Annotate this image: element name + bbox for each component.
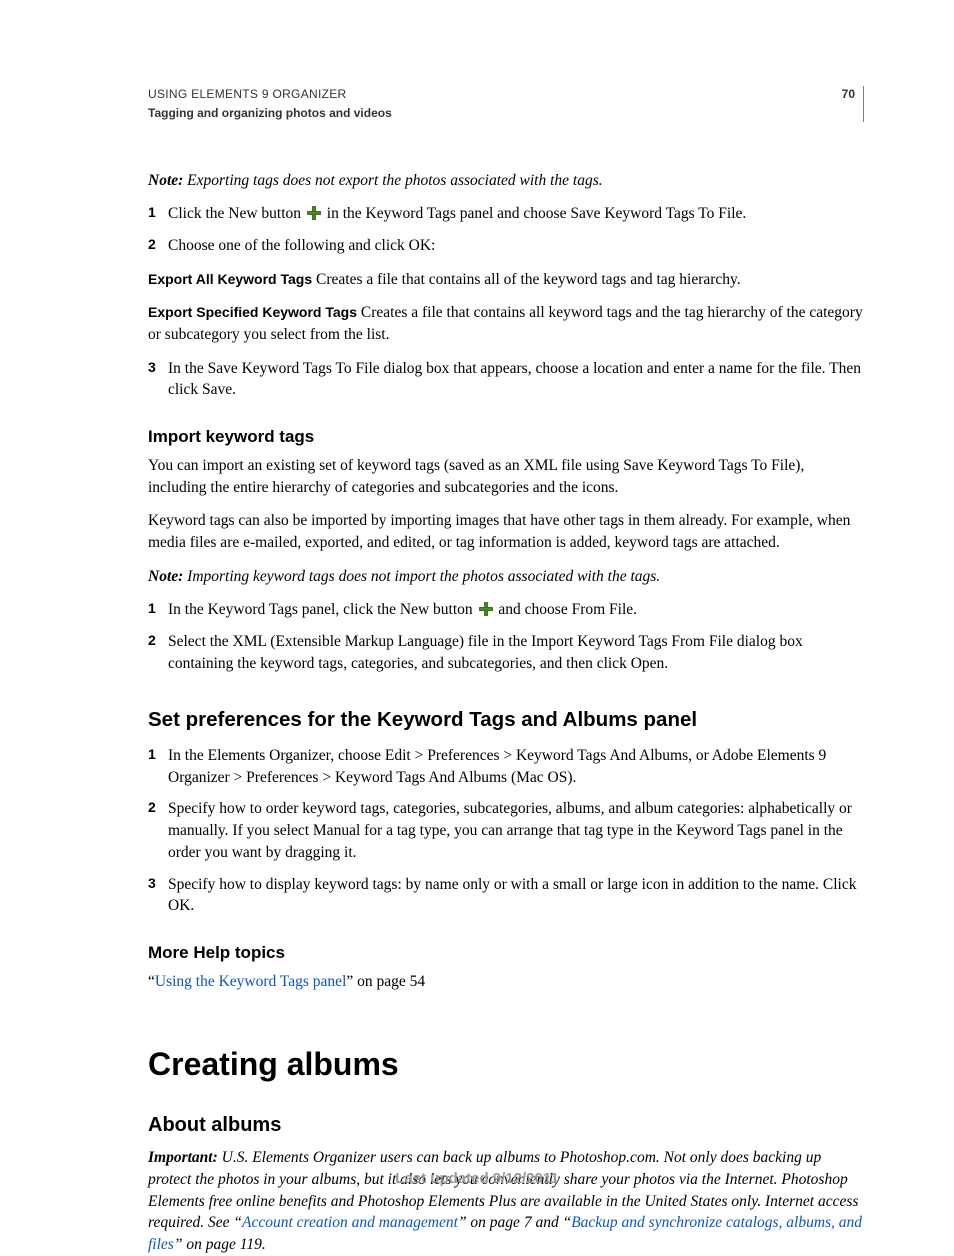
step-number: 1 [148, 745, 168, 788]
new-plus-icon [479, 602, 493, 616]
note-import: Note: Importing keyword tags does not im… [148, 566, 864, 588]
list-item: 1 In the Keyword Tags panel, click the N… [148, 599, 864, 621]
text: In the Keyword Tags panel, click the New… [168, 601, 477, 618]
step-number: 2 [148, 798, 168, 863]
step-body: In the Elements Organizer, choose Edit >… [168, 745, 864, 788]
footer-last-updated: Last updated 9/12/2011 [0, 1168, 954, 1189]
step-number: 1 [148, 203, 168, 225]
step-number: 3 [148, 358, 168, 401]
quote-close-suffix: ” on page 54 [346, 973, 425, 990]
list-item: 1 Click the New button in the Keyword Ta… [148, 203, 864, 225]
list-item: 3 In the Save Keyword Tags To File dialo… [148, 358, 864, 401]
step-number: 2 [148, 631, 168, 674]
term: Export All Keyword Tags [148, 271, 312, 287]
important-note: Important: U.S. Elements Organizer users… [148, 1147, 864, 1255]
note-export: Note: Exporting tags does not export the… [148, 170, 864, 192]
important-text: ” on page 119. [174, 1236, 266, 1253]
step-number: 2 [148, 235, 168, 257]
step-body: Click the New button in the Keyword Tags… [168, 203, 864, 225]
list-item: 2 Select the XML (Extensible Markup Lang… [148, 631, 864, 674]
definition-specified: Export Specified Keyword Tags Creates a … [148, 302, 864, 345]
paragraph: Keyword tags can also be imported by imp… [148, 510, 864, 553]
new-plus-icon [307, 206, 321, 220]
export-steps: 1 Click the New button in the Keyword Ta… [148, 203, 864, 256]
term: Export Specified Keyword Tags [148, 304, 357, 320]
page: USING ELEMENTS 9 ORGANIZER Tagging and o… [0, 0, 954, 1235]
note-text: Exporting tags does not export the photo… [183, 172, 602, 189]
prefs-steps: 1 In the Elements Organizer, choose Edit… [148, 745, 864, 917]
list-item: 2 Specify how to order keyword tags, cat… [148, 798, 864, 863]
text: and choose From File. [495, 601, 638, 618]
note-label: Note: [148, 172, 183, 189]
page-body: Note: Exporting tags does not export the… [148, 170, 864, 1256]
heading-about-albums: About albums [148, 1111, 864, 1139]
list-item: 1 In the Elements Organizer, choose Edit… [148, 745, 864, 788]
header-left: USING ELEMENTS 9 ORGANIZER Tagging and o… [148, 86, 392, 122]
step-body: Select the XML (Extensible Markup Langua… [168, 631, 864, 674]
heading-preferences: Set preferences for the Keyword Tags and… [148, 706, 864, 735]
text: Click the New button [168, 205, 305, 222]
list-item: 2 Choose one of the following and click … [148, 235, 864, 257]
step-body: Choose one of the following and click OK… [168, 235, 864, 257]
quote-open: “ [148, 973, 155, 990]
note-label: Note: [148, 568, 183, 585]
export-steps-cont: 3 In the Save Keyword Tags To File dialo… [148, 358, 864, 401]
heading-import: Import keyword tags [148, 425, 864, 449]
page-number: 70 [842, 86, 855, 103]
step-number: 1 [148, 599, 168, 621]
step-body: Specify how to display keyword tags: by … [168, 874, 864, 917]
list-item: 3 Specify how to display keyword tags: b… [148, 874, 864, 917]
heading-creating-albums: Creating albums [148, 1042, 864, 1087]
step-body: Specify how to order keyword tags, categ… [168, 798, 864, 863]
text: in the Keyword Tags panel and choose Sav… [323, 205, 746, 222]
note-text: Importing keyword tags does not import t… [183, 568, 660, 585]
step-number: 3 [148, 874, 168, 917]
heading-more-help: More Help topics [148, 941, 864, 965]
running-header: USING ELEMENTS 9 ORGANIZER Tagging and o… [148, 86, 864, 122]
definition-body: Creates a file that contains all of the … [312, 271, 741, 288]
link-keyword-tags-panel[interactable]: Using the Keyword Tags panel [155, 973, 346, 990]
import-steps: 1 In the Keyword Tags panel, click the N… [148, 599, 864, 674]
link-account-creation[interactable]: Account creation and management [242, 1214, 458, 1231]
definition-all: Export All Keyword Tags Creates a file t… [148, 269, 864, 291]
paragraph: You can import an existing set of keywor… [148, 455, 864, 498]
header-chapter: Tagging and organizing photos and videos [148, 105, 392, 122]
step-body: In the Save Keyword Tags To File dialog … [168, 358, 864, 401]
header-doc-title: USING ELEMENTS 9 ORGANIZER [148, 86, 392, 103]
important-text: ” on page 7 and “ [458, 1214, 571, 1231]
step-body: In the Keyword Tags panel, click the New… [168, 599, 864, 621]
important-label: Important: [148, 1149, 218, 1166]
more-help-line: “Using the Keyword Tags panel” on page 5… [148, 971, 864, 993]
